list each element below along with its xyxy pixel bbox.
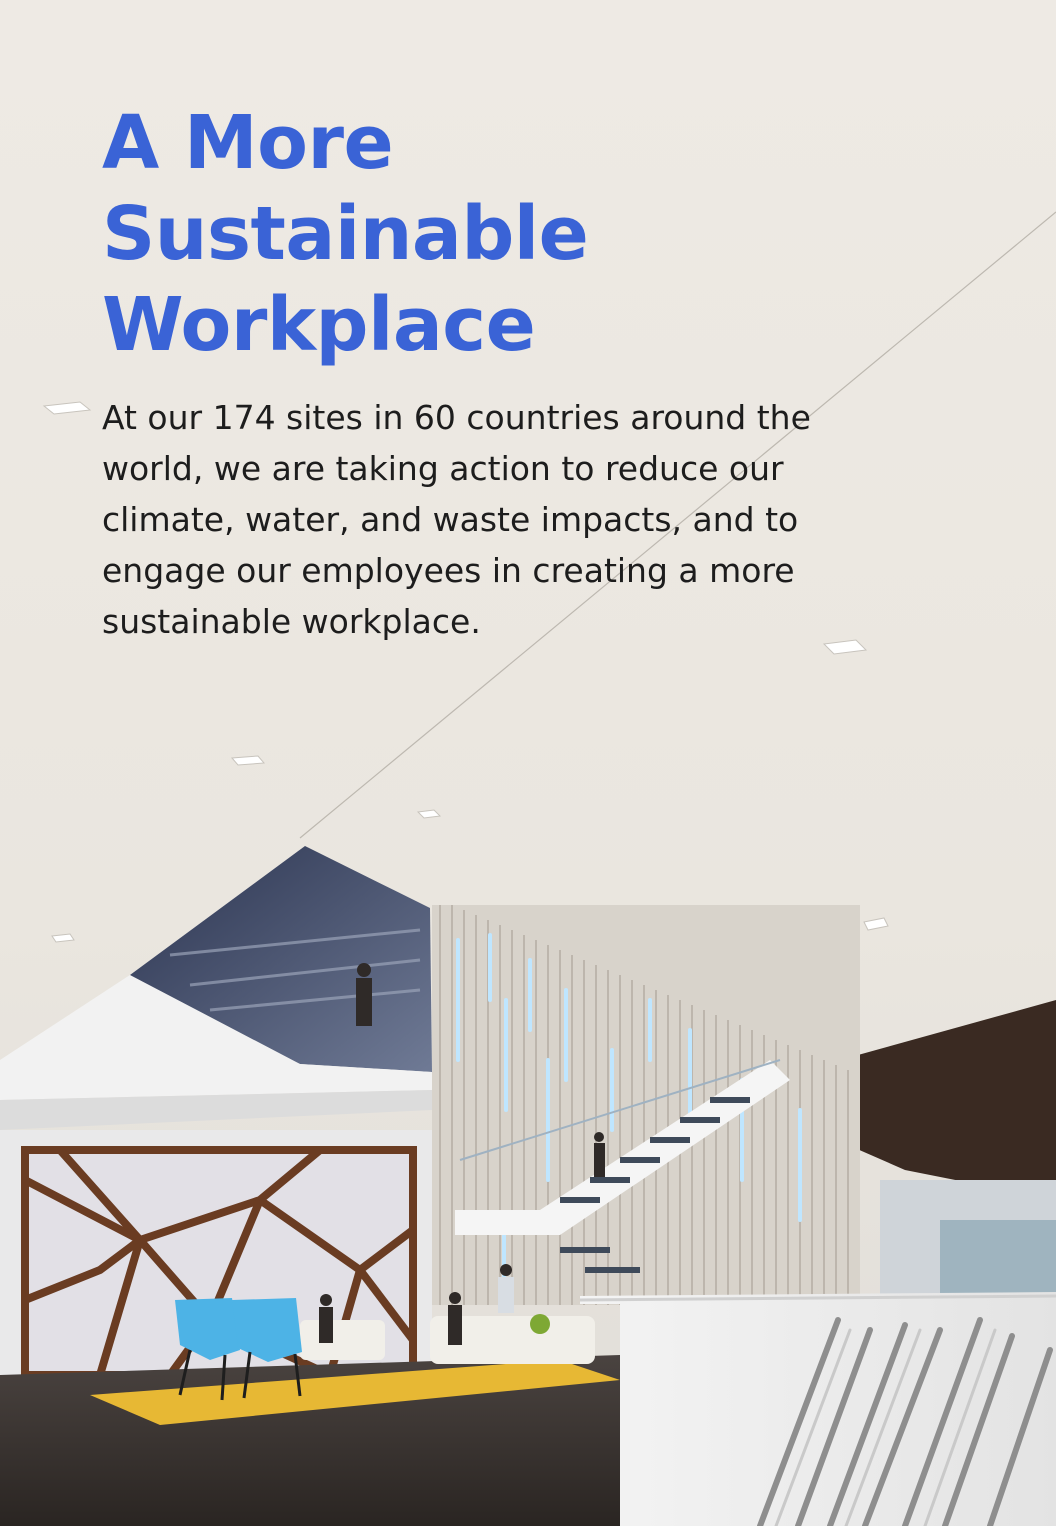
intro-paragraph: At our 174 sites in 60 countries around … bbox=[102, 398, 811, 641]
title-line-2: Sustainable bbox=[102, 191, 589, 277]
title-line-1: A More bbox=[102, 100, 394, 186]
brochure-page: A More Sustainable Workplace At our 174 … bbox=[0, 0, 1056, 1526]
page-title: A More Sustainable Workplace bbox=[102, 98, 589, 371]
title-line-3: Workplace bbox=[102, 282, 536, 368]
